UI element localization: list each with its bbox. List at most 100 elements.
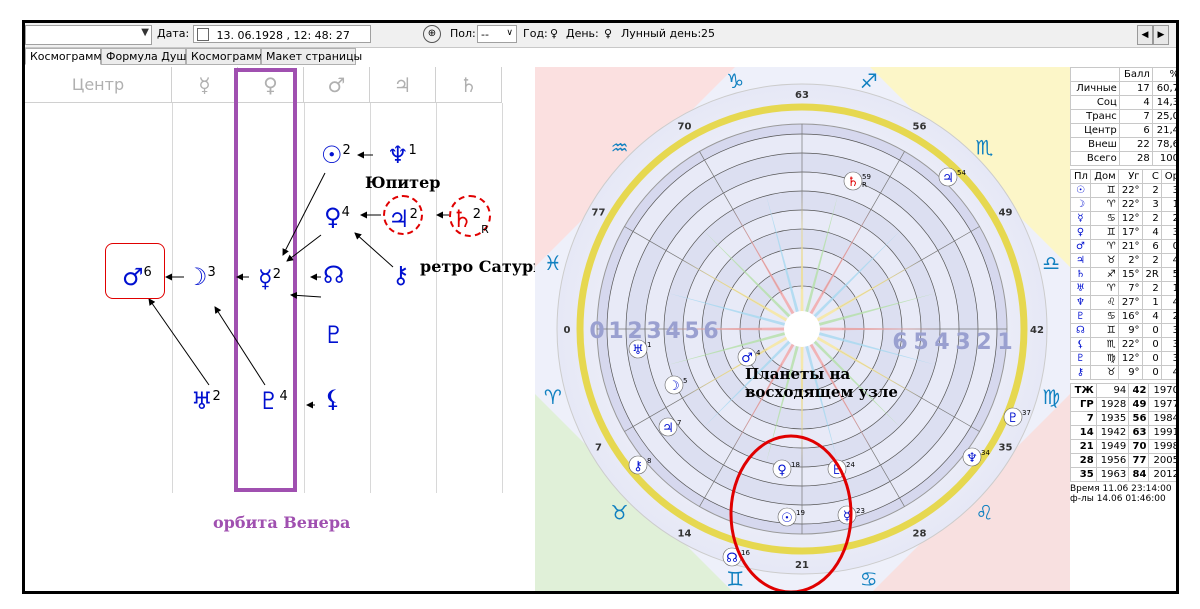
pluto-icon: ♇ xyxy=(258,387,280,415)
planet-degree: 18 xyxy=(791,461,800,469)
saturn-icon: ♄ xyxy=(451,205,473,233)
uranus-count: 2 xyxy=(212,389,221,404)
neptune-glyph: ♆1 xyxy=(387,139,417,167)
globe-icon[interactable]: ⊕ xyxy=(423,25,441,43)
date-value: 13. 06.1928 , 12: 48: 27 xyxy=(216,29,350,42)
planet-degree: 1 xyxy=(647,341,651,349)
table-cell: 0 xyxy=(1141,323,1162,338)
lunar-day-label: Лунный день: xyxy=(621,27,702,40)
table-cell: 4 xyxy=(1141,309,1162,324)
table-cell: ☿ xyxy=(1070,211,1091,226)
cosmogram-wheel: 63 56 49 42 35 28 21 14 7 0 77 70 ♑ ♐ ♏ ♎ ♍ ♌ ♋ ♊ ♉ ♈ ♓ ♒ 0123… xyxy=(535,67,1070,591)
table-cell: 4 xyxy=(1141,225,1162,240)
table-cell: ♄ xyxy=(1070,267,1091,282)
table-cell: 0 xyxy=(1160,239,1176,254)
table-cell: Дом xyxy=(1089,169,1119,184)
tab-cosmogram-2[interactable]: Космограмма xyxy=(186,48,269,65)
table-cell: ♆ xyxy=(1070,295,1091,310)
table-cell: Балл xyxy=(1118,67,1153,82)
chevron-down-icon: ∨ xyxy=(506,28,513,38)
zodiac-sign-icon: ♋ xyxy=(860,567,878,591)
table-cell: 3 xyxy=(1141,197,1162,212)
table-cell: ТЖ xyxy=(1070,383,1097,398)
jupiter-glyph: ♃2 xyxy=(383,195,423,235)
ascending-node-icon: ☊ xyxy=(323,261,345,289)
pol-value: -- xyxy=(481,28,489,41)
table-cell: ♀ xyxy=(1070,225,1091,240)
table-cell: ☽ xyxy=(1070,197,1091,212)
table-row: ♇ ♋ 16° 4 2 xyxy=(1070,309,1176,324)
table-cell: 0 xyxy=(1141,337,1162,352)
table-cell: Уг xyxy=(1117,169,1143,184)
years-table: ТЖ 94 42 1970 ГР 1928 49 1977 7 1935 56 1984 14 1942 6… xyxy=(1070,383,1176,482)
degree-label: 35 xyxy=(999,443,1013,454)
table-cell: 1977 xyxy=(1148,397,1176,412)
house-number: 1 xyxy=(997,330,1012,355)
mars-count: 6 xyxy=(143,265,152,280)
tab-page-layout[interactable]: Макет страницы xyxy=(261,48,362,65)
house-number: 5 xyxy=(913,330,928,355)
tab-soul-formula[interactable]: Формула Души xyxy=(101,48,194,65)
table-cell: ⚷ xyxy=(1070,365,1091,380)
table-cell: 22° xyxy=(1117,197,1143,212)
table-cell: 2 xyxy=(1160,309,1176,324)
date-field[interactable]: 13. 06.1928 , 12: 48: 27 xyxy=(193,25,371,43)
table-cell: 1 xyxy=(1141,295,1162,310)
planet-icon: ☉ xyxy=(781,511,793,526)
table-cell: 17 xyxy=(1118,81,1153,96)
table-cell: 5 xyxy=(1160,267,1176,282)
table-cell: 14 xyxy=(1070,425,1097,440)
table-cell: 4 xyxy=(1118,95,1153,110)
table-cell: ☉ xyxy=(1070,183,1091,198)
scroll-right-button[interactable]: ▶ xyxy=(1153,25,1169,45)
calendar-icon[interactable] xyxy=(197,28,209,41)
neptune-count: 1 xyxy=(408,143,417,158)
table-cell: ♌ xyxy=(1089,295,1119,310)
house-number: 2 xyxy=(976,330,991,355)
table-cell: ♏ xyxy=(1089,337,1119,352)
table-cell: 2 xyxy=(1141,281,1162,296)
table-cell: 1942 xyxy=(1095,425,1130,440)
chart-select[interactable]: ▼ xyxy=(25,25,152,45)
saturn-retro-mark: R xyxy=(481,222,489,236)
table-cell: 7 xyxy=(1070,411,1097,426)
table-row: ♇ ♍ 12° 0 3 xyxy=(1070,351,1176,366)
score-table: Балл% Личные 17 60,7 Соц 4 14,3 Транс 7 25,0 Центр… xyxy=(1070,67,1176,166)
moon-glyph: ☽3 xyxy=(186,261,216,289)
table-cell: ♃ xyxy=(1070,253,1091,268)
planet-retro: R xyxy=(862,181,867,189)
stats-panel: Балл% Личные 17 60,7 Соц 4 14,3 Транс 7 25,0 Центр… xyxy=(1070,67,1176,591)
ascending-node-annotation-line2: восходящем узле xyxy=(745,383,898,401)
table-cell: ♉ xyxy=(1089,253,1119,268)
node-glyph: ☊ xyxy=(323,263,344,287)
table-cell: ♈ xyxy=(1089,197,1119,212)
table-cell: Центр xyxy=(1070,123,1120,138)
table-cell: ♍ xyxy=(1089,351,1119,366)
pol-select[interactable]: -- ∨ xyxy=(477,25,517,43)
table-cell: 9° xyxy=(1117,323,1143,338)
jupiter-count: 2 xyxy=(409,207,418,222)
uranus-glyph: ♅2 xyxy=(191,385,221,413)
planet-degree: 16 xyxy=(741,549,750,557)
house-number: 4 xyxy=(934,330,949,355)
table-cell: 78,6 xyxy=(1151,137,1176,152)
table-cell: 3 xyxy=(1160,323,1176,338)
sun-count: 2 xyxy=(342,143,351,158)
table-cell: 4 xyxy=(1160,253,1176,268)
proserpina-glyph: ♇ xyxy=(323,323,345,347)
jupiter-annotation: Юпитер xyxy=(365,173,441,192)
table-cell: 15° xyxy=(1117,267,1143,282)
planet-degree: 23 xyxy=(856,507,865,515)
retro-saturn-annotation: ретро Сатурн xyxy=(420,257,545,276)
table-row: ☽ ♈ 22° 3 1 xyxy=(1070,197,1176,212)
table-cell: ♉ xyxy=(1089,365,1119,380)
table-cell: 1935 xyxy=(1095,411,1130,426)
table-row: Транс 7 25,0 xyxy=(1070,109,1176,124)
scroll-left-button[interactable]: ◀ xyxy=(1137,25,1153,45)
proserpina-icon: ♇ xyxy=(323,321,345,349)
tab-cosmogram[interactable]: Космограмма xyxy=(25,48,108,65)
cosmogram-svg: 6356494235282114707770 ♑ ♐♏♎♍♌♋♊♉♈♓♒ 0123… xyxy=(535,67,1070,591)
table-row: ☊ ♊ 9° 0 3 xyxy=(1070,323,1176,338)
mars-icon: ♂ xyxy=(122,263,144,291)
zodiac-sign-icon: ♌ xyxy=(975,500,993,524)
